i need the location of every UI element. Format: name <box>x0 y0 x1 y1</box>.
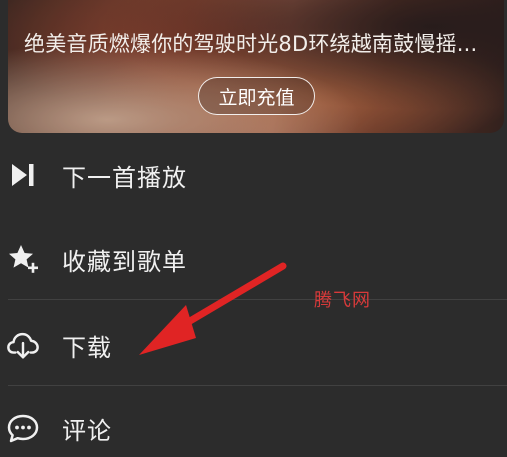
recharge-button[interactable]: 立即充值 <box>198 77 315 115</box>
play-next-icon <box>6 158 40 192</box>
watermark-text: 腾飞网 <box>314 290 371 311</box>
menu-item-label: 下载 <box>62 333 112 362</box>
cloud-download-icon <box>6 328 40 362</box>
divider <box>8 385 507 386</box>
banner-promo-text: 绝美音质燃爆你的驾驶时光8D环绕越南鼓慢摇... <box>24 32 478 56</box>
menu-item-download[interactable]: 下载 <box>0 320 507 370</box>
divider <box>8 299 507 300</box>
menu-item-label: 下一首播放 <box>62 163 187 192</box>
menu-item-play-next[interactable]: 下一首播放 <box>0 150 507 200</box>
star-add-icon <box>6 242 40 276</box>
menu-item-comments[interactable]: 评论 <box>0 403 507 453</box>
song-options-sheet: 绝美音质燃爆你的驾驶时光8D环绕越南鼓慢摇... 立即充值 下一首播放 收藏到歌… <box>0 0 507 457</box>
comment-icon <box>6 411 40 445</box>
menu-item-label: 收藏到歌单 <box>62 247 187 276</box>
vip-promo-banner[interactable]: 绝美音质燃爆你的驾驶时光8D环绕越南鼓慢摇... 立即充值 <box>8 0 504 133</box>
menu-item-add-to-playlist[interactable]: 收藏到歌单 <box>0 234 507 284</box>
menu-item-label: 评论 <box>62 416 112 445</box>
